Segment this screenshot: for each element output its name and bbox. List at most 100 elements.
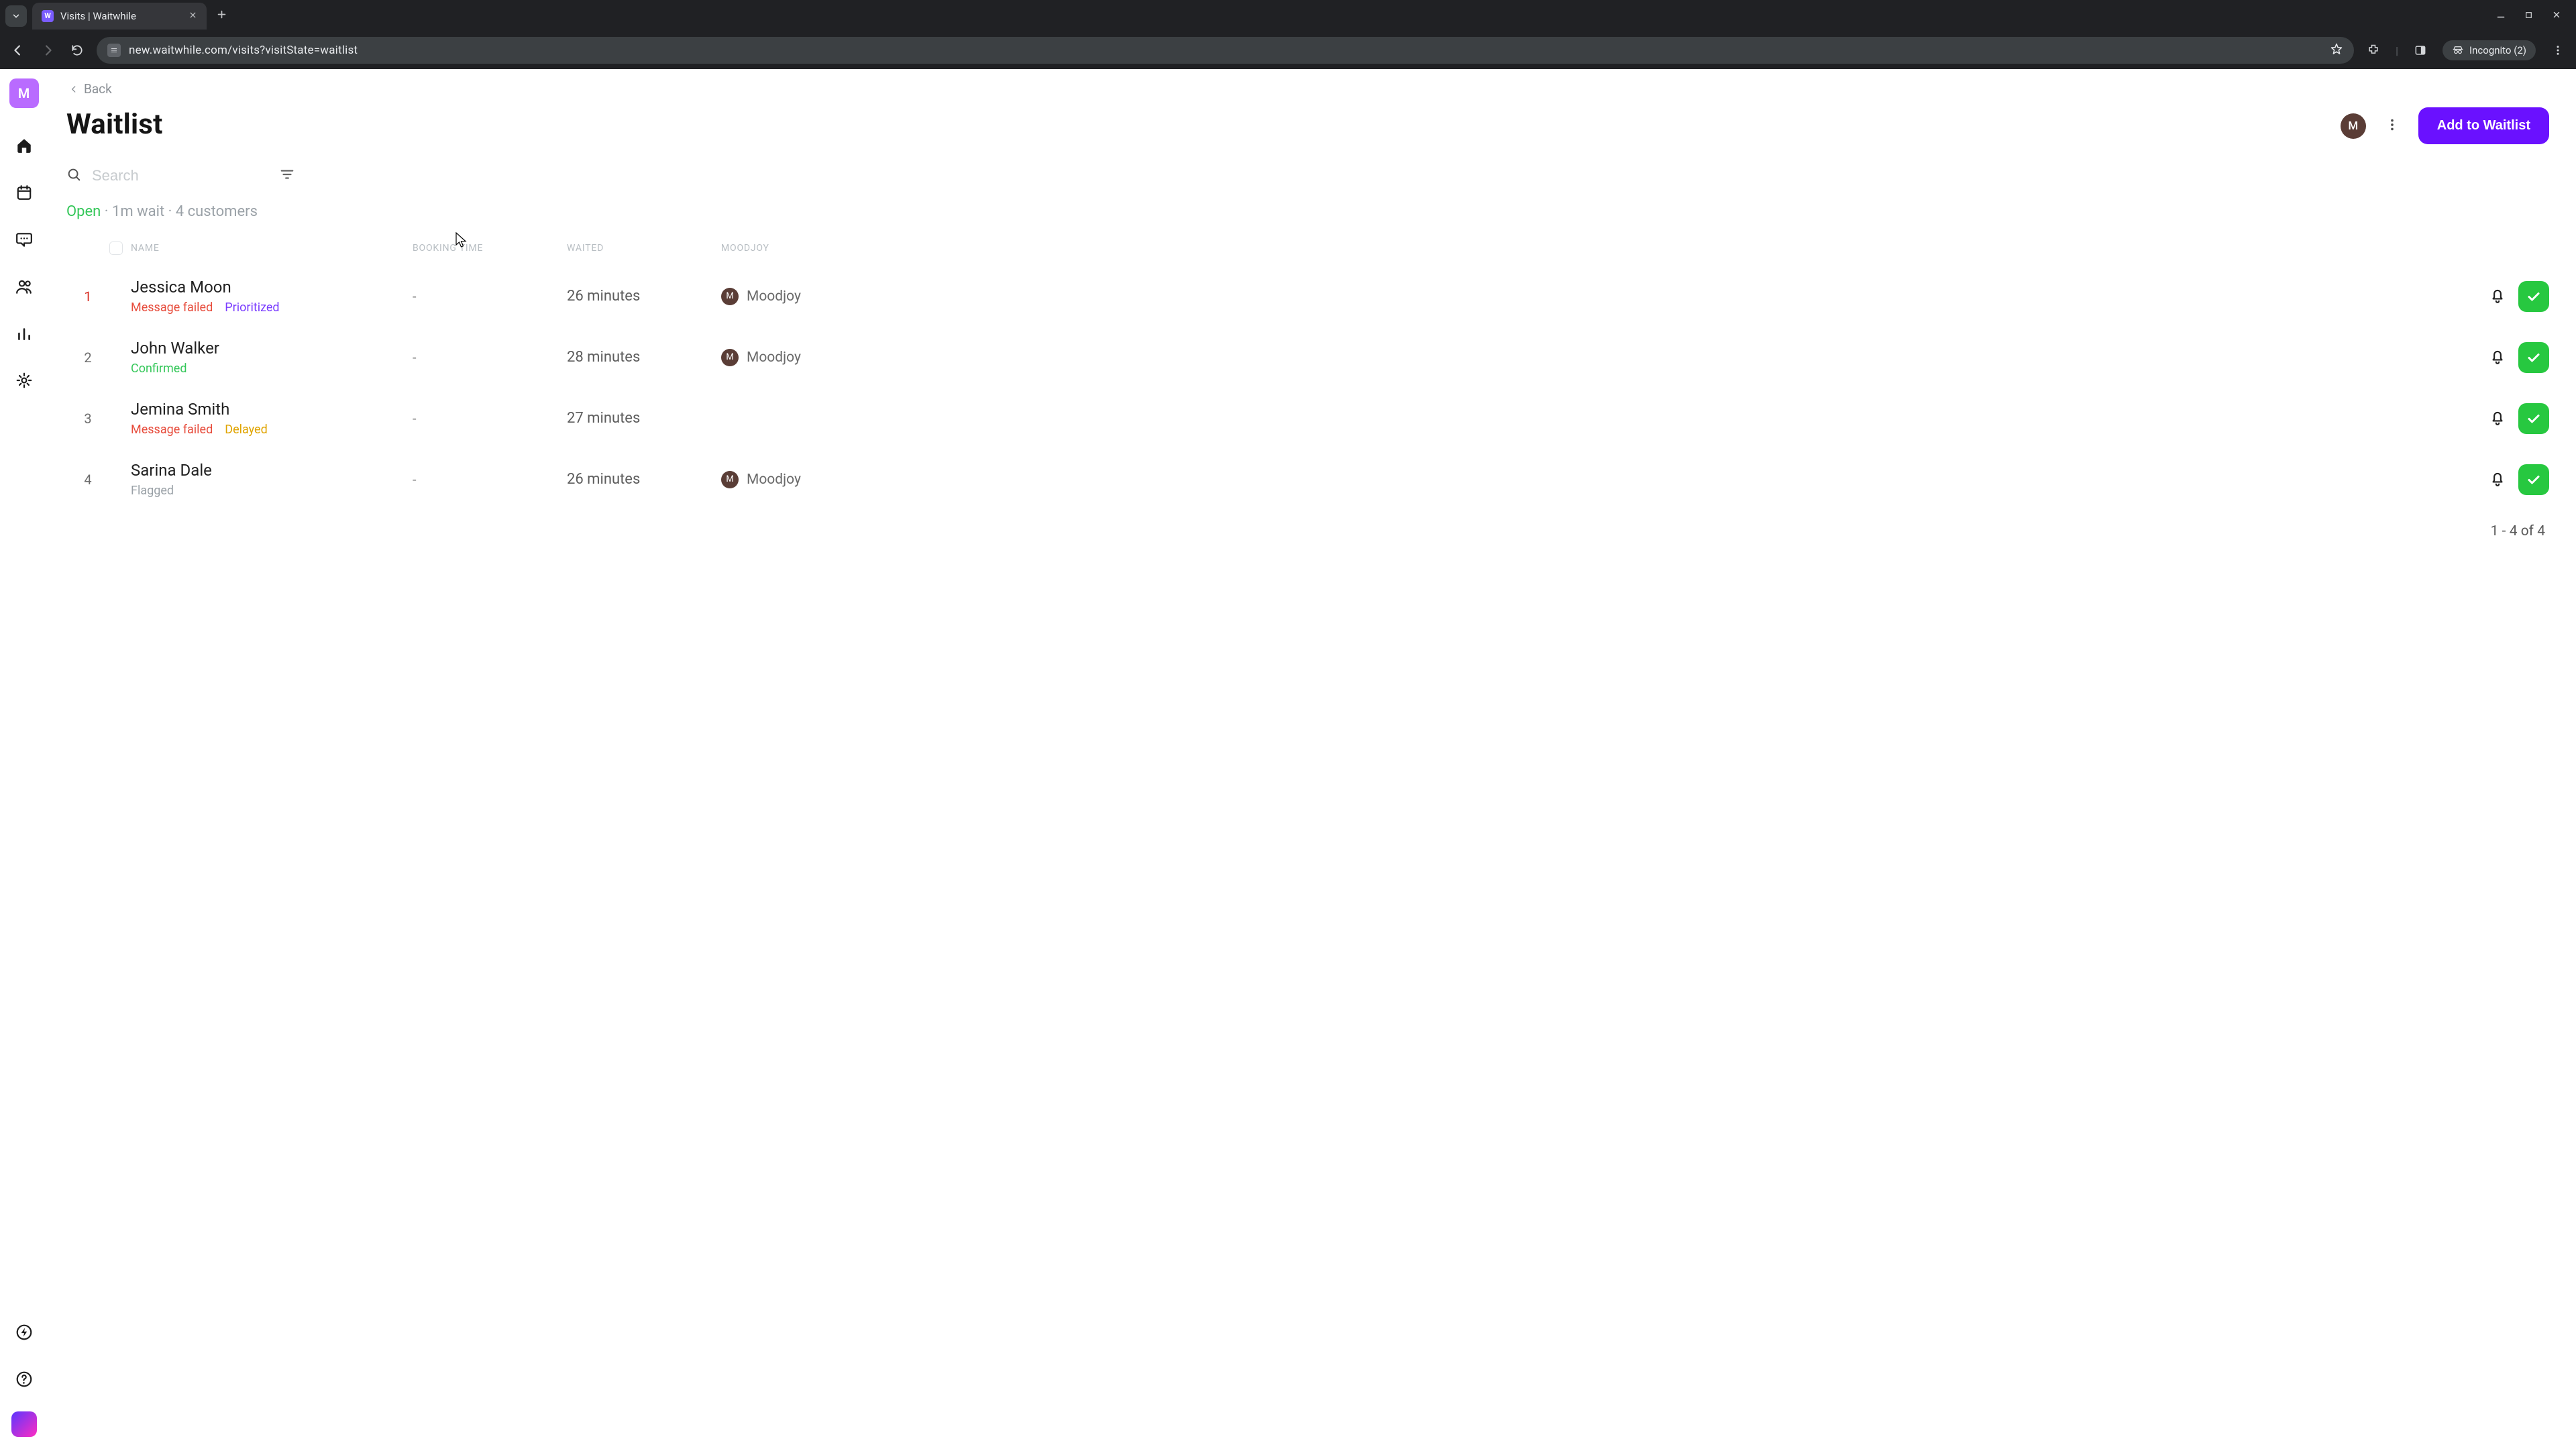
notify-button[interactable] bbox=[2489, 409, 2506, 429]
site-controls-icon[interactable] bbox=[107, 44, 121, 57]
arrow-left-icon bbox=[11, 43, 25, 58]
waitlist-table: NAME BOOKING TIME WAITED MOODJOY 1Jessic… bbox=[66, 236, 2549, 510]
row-actions bbox=[2442, 464, 2549, 495]
notify-button[interactable] bbox=[2489, 286, 2506, 307]
browser-tab[interactable]: W Visits | Waitwhile bbox=[32, 3, 207, 30]
nav-analytics[interactable] bbox=[9, 319, 39, 348]
status-tags: Message failed Prioritized bbox=[131, 301, 413, 315]
nav-back-button[interactable] bbox=[8, 40, 28, 60]
table-row[interactable]: 3Jemina SmithMessage failedDelayed-27 mi… bbox=[66, 388, 2549, 449]
waited-time: 27 minutes bbox=[567, 410, 721, 427]
panel-icon bbox=[2414, 44, 2427, 57]
name-cell: Sarina Dale Flagged bbox=[131, 461, 413, 498]
main-content: Back Waitlist M Add to Waitlist Open · 1… bbox=[48, 69, 2576, 1449]
waited-time: 26 minutes bbox=[567, 288, 721, 305]
status-tag: Message failed bbox=[131, 301, 213, 315]
col-moodjoy[interactable]: MOODJOY bbox=[721, 243, 2442, 254]
table-row[interactable]: 2John WalkerConfirmed-28 minutesMMoodjoy bbox=[66, 327, 2549, 388]
window-minimize-button[interactable] bbox=[2496, 9, 2506, 22]
search-input[interactable] bbox=[92, 167, 266, 184]
status-detail: · 1m wait · 4 customers bbox=[105, 203, 258, 220]
serve-button[interactable] bbox=[2518, 281, 2549, 312]
add-to-waitlist-button[interactable]: Add to Waitlist bbox=[2418, 107, 2549, 144]
customer-name[interactable]: Jemina Smith bbox=[131, 400, 413, 419]
close-icon bbox=[189, 11, 197, 19]
plus-icon bbox=[216, 9, 227, 20]
nav-calendar[interactable] bbox=[9, 178, 39, 207]
select-all-checkbox[interactable] bbox=[109, 241, 123, 255]
users-icon bbox=[15, 278, 33, 295]
nav-forward-button[interactable] bbox=[38, 40, 58, 60]
calendar-icon bbox=[15, 184, 33, 201]
serve-button[interactable] bbox=[2518, 342, 2549, 373]
status-tag: Prioritized bbox=[225, 301, 279, 315]
col-name[interactable]: NAME bbox=[131, 243, 413, 254]
tab-close-button[interactable] bbox=[189, 9, 197, 22]
col-booking-time[interactable]: BOOKING TIME bbox=[413, 243, 567, 254]
row-index: 2 bbox=[66, 350, 109, 366]
nav-upgrade[interactable] bbox=[9, 1318, 39, 1347]
notify-button[interactable] bbox=[2489, 470, 2506, 490]
check-icon bbox=[2526, 288, 2542, 305]
page-menu-button[interactable] bbox=[2381, 113, 2404, 139]
window-close-button[interactable] bbox=[2552, 9, 2561, 22]
serve-button[interactable] bbox=[2518, 464, 2549, 495]
status-line: Open · 1m wait · 4 customers bbox=[66, 203, 2549, 220]
status-tags: Flagged bbox=[131, 484, 413, 498]
nav-help[interactable] bbox=[9, 1364, 39, 1394]
workspace-tile[interactable]: M bbox=[9, 78, 39, 108]
browser-chrome: W Visits | Waitwhile new.waitwhile.com/v… bbox=[0, 0, 2576, 69]
customer-name[interactable]: Sarina Dale bbox=[131, 461, 413, 480]
close-icon bbox=[2552, 10, 2561, 19]
moodjoy-cell: M Moodjoy bbox=[721, 288, 2442, 305]
check-icon bbox=[2526, 472, 2542, 488]
nav-messages[interactable] bbox=[9, 225, 39, 254]
row-actions bbox=[2442, 403, 2549, 434]
page-title: Waitlist bbox=[66, 108, 163, 141]
nav-customers[interactable] bbox=[9, 272, 39, 301]
kebab-icon bbox=[2552, 44, 2564, 56]
bell-icon bbox=[2489, 286, 2506, 304]
bookmark-button[interactable] bbox=[2330, 42, 2343, 58]
browser-menu-button[interactable] bbox=[2548, 40, 2568, 60]
nav-account-avatar[interactable] bbox=[11, 1411, 37, 1437]
customer-name[interactable]: Jessica Moon bbox=[131, 278, 413, 297]
omnibox[interactable]: new.waitwhile.com/visits?visitState=wait… bbox=[97, 37, 2354, 64]
filter-button[interactable] bbox=[280, 167, 294, 184]
user-avatar[interactable]: M bbox=[2341, 113, 2366, 139]
home-icon bbox=[15, 137, 33, 154]
back-link[interactable]: Back bbox=[69, 81, 2549, 97]
sidepanel-button[interactable] bbox=[2410, 40, 2430, 60]
moodjoy-badge: M bbox=[721, 349, 739, 366]
nav-settings[interactable] bbox=[9, 366, 39, 395]
help-icon bbox=[15, 1371, 33, 1388]
moodjoy-label: Moodjoy bbox=[747, 288, 801, 305]
new-tab-button[interactable] bbox=[212, 9, 231, 23]
tab-search-button[interactable] bbox=[5, 5, 27, 27]
moodjoy-badge: M bbox=[721, 288, 739, 305]
incognito-indicator[interactable]: Incognito (2) bbox=[2443, 40, 2536, 60]
notify-button[interactable] bbox=[2489, 347, 2506, 368]
col-waited[interactable]: WAITED bbox=[567, 243, 721, 254]
search-row bbox=[66, 167, 2549, 184]
moodjoy-cell: MMoodjoy bbox=[721, 349, 2442, 366]
waited-time: 26 minutes bbox=[567, 471, 721, 488]
window-maximize-button[interactable] bbox=[2524, 9, 2533, 22]
serve-button[interactable] bbox=[2518, 403, 2549, 434]
booking-time: - bbox=[413, 288, 567, 305]
nav-home[interactable] bbox=[9, 131, 39, 160]
customer-name[interactable]: John Walker bbox=[131, 339, 413, 358]
row-index: 3 bbox=[66, 411, 109, 427]
chat-icon bbox=[15, 231, 33, 248]
table-row[interactable]: 1Jessica MoonMessage failedPrioritized-2… bbox=[66, 266, 2549, 327]
nav-reload-button[interactable] bbox=[67, 40, 87, 60]
toolbar-right-icons: | Incognito (2) bbox=[2363, 40, 2568, 60]
bell-icon bbox=[2489, 409, 2506, 426]
table-row[interactable]: 4Sarina DaleFlagged-26 minutesMMoodjoy bbox=[66, 449, 2549, 510]
kebab-icon bbox=[2385, 117, 2400, 132]
name-cell: John WalkerConfirmed bbox=[131, 339, 413, 376]
reload-icon bbox=[70, 44, 84, 57]
name-cell: Jessica Moon Message failed Prioritized bbox=[131, 278, 413, 315]
status-tags: Message failedDelayed bbox=[131, 423, 413, 437]
extensions-button[interactable] bbox=[2363, 40, 2383, 60]
